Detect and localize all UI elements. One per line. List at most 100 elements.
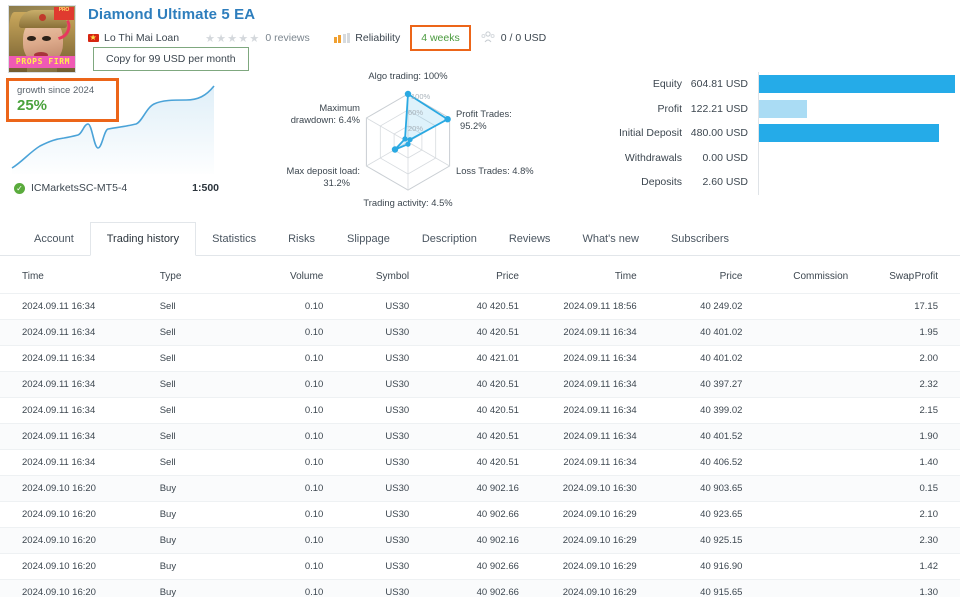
svg-text:Loss Trades: 4.8%: Loss Trades: 4.8%: [456, 165, 534, 176]
cell-volume: 0.10: [237, 579, 324, 597]
table-row[interactable]: 2024.09.11 16:34 Sell 0.10 US30 40 421.01 202…: [0, 345, 960, 372]
leverage-value: 1:500: [192, 182, 219, 194]
col-open-price[interactable]: Price: [409, 262, 519, 294]
col-volume[interactable]: Volume: [238, 262, 323, 294]
stat-bar: [759, 99, 808, 118]
cell-symbol: US30: [323, 579, 410, 597]
table-row[interactable]: 2024.09.11 16:34 Sell 0.10 US30 40 420.51 202…: [0, 449, 960, 476]
cell-swap: [848, 475, 915, 502]
cell-close-time: 2024.09.10 16:29: [518, 553, 637, 580]
reliability-bars-icon: [333, 33, 351, 43]
avatar[interactable]: PRO PROPS FIRM: [8, 5, 76, 73]
cell-commission: [742, 293, 849, 320]
col-profit[interactable]: Profit: [914, 262, 960, 294]
svg-text:Trading activity: 4.5%: Trading activity: 4.5%: [363, 197, 452, 208]
tab-slippage[interactable]: Slippage: [331, 222, 406, 255]
cell-open-time: 2024.09.10 16:20: [0, 475, 160, 502]
reliability-label: Reliability: [355, 32, 401, 44]
cell-symbol: US30: [323, 371, 410, 398]
page-title: Diamond Ultimate 5 EA: [88, 6, 256, 23]
cell-close-price: 40 923.65: [636, 501, 743, 528]
cell-commission: [742, 397, 849, 424]
cell-close-price: 40 397.27: [636, 371, 743, 398]
col-commission[interactable]: Commission: [742, 262, 848, 294]
cell-profit: 1.90: [914, 423, 960, 450]
reviews-count[interactable]: 0 reviews: [265, 32, 309, 44]
cell-close-time: 2024.09.11 16:34: [518, 345, 637, 372]
cell-open-price: 40 420.51: [409, 319, 519, 346]
cell-type: Sell: [159, 345, 238, 372]
growth-highlight-box: growth since 2024 25%: [6, 78, 120, 122]
cell-profit: 2.32: [914, 371, 960, 398]
cell-close-time: 2024.09.11 16:34: [518, 449, 637, 476]
growth-value: 25%: [17, 97, 48, 114]
cell-commission: [742, 345, 849, 372]
table-row[interactable]: 2024.09.10 16:20 Buy 0.10 US30 40 902.16 2024…: [0, 527, 960, 554]
cell-swap: [848, 345, 915, 372]
cell-type: Buy: [159, 527, 238, 554]
stat-label: Deposits: [641, 176, 682, 189]
tab-subscribers[interactable]: Subscribers: [655, 222, 745, 255]
cell-commission: [742, 553, 849, 580]
col-symbol[interactable]: Symbol: [323, 262, 409, 294]
broker-row: ✓ ICMarketsSC-MT5-4 1:500: [14, 182, 219, 194]
cell-close-price: 40 401.02: [636, 319, 743, 346]
stat-bar-track: [758, 72, 955, 97]
cell-symbol: US30: [323, 423, 410, 450]
cell-symbol: US30: [323, 449, 410, 476]
age-highlight-box: 4 weeks: [410, 25, 471, 51]
table-row[interactable]: 2024.09.11 16:34 Sell 0.10 US30 40 420.51 202…: [0, 319, 960, 346]
cell-close-price: 40 401.52: [636, 423, 743, 450]
cell-commission: [742, 423, 849, 450]
cell-open-time: 2024.09.10 16:20: [0, 579, 160, 597]
tab-risks[interactable]: Risks: [272, 222, 331, 255]
cell-commission: [742, 501, 849, 528]
col-close-price[interactable]: Price: [637, 262, 743, 294]
cell-profit: 2.00: [914, 345, 960, 372]
cell-swap: [848, 397, 915, 424]
table-row[interactable]: 2024.09.10 16:20 Buy 0.10 US30 40 902.16 2024…: [0, 475, 960, 502]
country-flag-icon: [88, 32, 99, 43]
table-row[interactable]: 2024.09.11 16:34 Sell 0.10 US30 40 420.51 202…: [0, 293, 960, 320]
stat-value: 122.21 USD: [690, 102, 748, 115]
table-row[interactable]: 2024.09.11 16:34 Sell 0.10 US30 40 420.51 202…: [0, 397, 960, 424]
cell-close-price: 40 401.02: [636, 345, 743, 372]
author-name[interactable]: Lo Thi Mai Loan: [104, 32, 179, 44]
table-row[interactable]: 2024.09.10 16:20 Buy 0.10 US30 40 902.66 2024…: [0, 501, 960, 528]
cell-open-price: 40 420.51: [409, 423, 519, 450]
cell-commission: [742, 319, 849, 346]
avatar-ribbon-label: PROPS FIRM: [9, 56, 75, 68]
col-open-time[interactable]: Time: [0, 262, 160, 294]
tab-account[interactable]: Account: [18, 222, 90, 255]
cell-open-price: 40 902.66: [409, 579, 519, 597]
tab-statistics[interactable]: Statistics: [196, 222, 272, 255]
col-close-time[interactable]: Time: [519, 262, 637, 294]
tab-whats-new[interactable]: What's new: [566, 222, 655, 255]
cell-close-time: 2024.09.11 16:34: [518, 423, 637, 450]
copy-subscription-button[interactable]: Copy for 99 USD per month: [93, 47, 249, 71]
stat-bar-track: [758, 170, 955, 195]
stat-label: Initial Deposit: [618, 127, 682, 140]
tab-trading-history[interactable]: Trading history: [89, 222, 197, 256]
cell-profit: 2.15: [914, 397, 960, 424]
stat-row: Initial Deposit 480.00 USD: [600, 121, 955, 146]
cell-close-price: 40 925.15: [636, 527, 743, 554]
stat-value: 604.81 USD: [690, 78, 748, 91]
cell-profit: 0.15: [914, 475, 960, 502]
cell-profit: 1.30: [914, 579, 960, 597]
table-row[interactable]: 2024.09.10 16:20 Buy 0.10 US30 40 902.66 2024…: [0, 553, 960, 580]
cell-symbol: US30: [323, 319, 410, 346]
tab-description[interactable]: Description: [406, 222, 493, 255]
col-type[interactable]: Type: [160, 262, 238, 294]
tab-reviews[interactable]: Reviews: [493, 222, 567, 255]
table-row[interactable]: 2024.09.11 16:34 Sell 0.10 US30 40 420.51 202…: [0, 423, 960, 450]
table-row[interactable]: 2024.09.11 16:34 Sell 0.10 US30 40 420.51 202…: [0, 371, 960, 398]
stat-bar: [759, 75, 955, 93]
cell-volume: 0.10: [237, 293, 324, 320]
table-row[interactable]: 2024.09.10 16:20 Buy 0.10 US30 40 902.66 2024…: [0, 579, 960, 597]
svg-text:95.2%: 95.2%: [460, 120, 487, 131]
cell-swap: [848, 579, 915, 597]
stat-bar-track: [758, 121, 955, 146]
cell-close-price: 40 903.65: [636, 475, 743, 502]
col-swap[interactable]: Swap: [848, 262, 914, 294]
